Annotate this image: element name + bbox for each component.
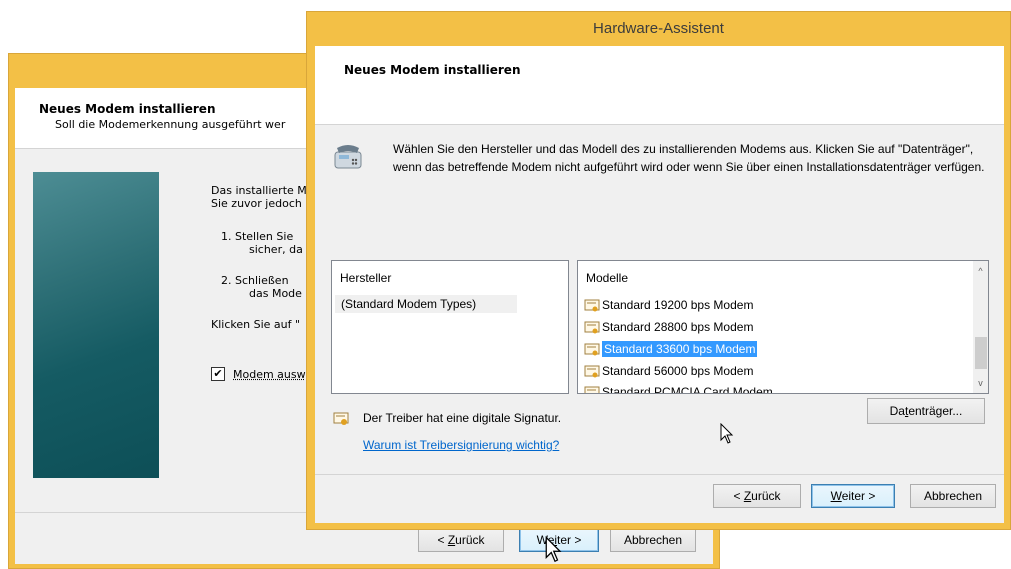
back-prefix: < bbox=[733, 489, 744, 503]
model-item[interactable]: Standard 28800 bps Modem bbox=[584, 317, 753, 337]
modem-phone-icon bbox=[334, 145, 362, 169]
back-step1-line1: 1. Stellen Sie bbox=[221, 230, 294, 243]
cancel-button[interactable]: Abbrechen bbox=[910, 484, 996, 508]
next-accesskey: W bbox=[830, 489, 842, 503]
model-item-label: Standard 19200 bps Modem bbox=[602, 298, 754, 312]
manufacturer-list-header: Hersteller bbox=[340, 271, 392, 285]
digital-signature-icon bbox=[333, 412, 349, 425]
modem-detect-checkbox-label[interactable]: Modem ausw bbox=[233, 368, 306, 381]
model-item[interactable]: Standard 56000 bps Modem bbox=[584, 361, 753, 381]
manufacturer-list[interactable]: Hersteller (Standard Modem Types) bbox=[331, 260, 569, 394]
next-rest: eiter > bbox=[841, 489, 876, 503]
manufacturer-item-standard[interactable]: (Standard Modem Types) bbox=[335, 295, 517, 313]
model-item-label: Standard 28800 bps Modem bbox=[602, 320, 754, 334]
modem-detect-checkbox[interactable]: ✔ bbox=[211, 367, 225, 381]
model-item-label: Standard 56000 bps Modem bbox=[602, 364, 754, 378]
driver-certificate-icon bbox=[584, 343, 600, 356]
model-item[interactable]: Standard PCMCIA Card Modem bbox=[584, 382, 773, 394]
model-item-selected[interactable]: Standard 33600 bps Modem bbox=[584, 339, 758, 359]
have-disk-pre: Da bbox=[889, 404, 905, 418]
driver-signing-link[interactable]: Warum ist Treibersignierung wichtig? bbox=[363, 438, 559, 452]
back-step2-line2: das Mode bbox=[249, 287, 302, 300]
page-heading: Neues Modem installieren bbox=[344, 63, 521, 77]
front-header: Neues Modem installieren bbox=[315, 46, 1004, 125]
models-list[interactable]: Modelle Standard 19200 bps Modem Standar… bbox=[577, 260, 989, 394]
signature-status-text: Der Treiber hat eine digitale Signatur. bbox=[363, 411, 562, 425]
instruction-text: Wählen Sie den Hersteller und das Modell… bbox=[393, 142, 985, 174]
mouse-cursor-icon bbox=[545, 535, 562, 563]
model-item-label: Standard PCMCIA Card Modem bbox=[602, 385, 773, 394]
wizard-side-image bbox=[33, 172, 159, 478]
next-button[interactable]: Weiter > bbox=[811, 484, 895, 508]
back-back-rest: urück bbox=[455, 533, 485, 547]
models-scrollbar[interactable]: ^ v bbox=[973, 261, 988, 393]
front-button-separator bbox=[315, 474, 1004, 475]
model-item[interactable]: Standard 19200 bps Modem bbox=[584, 295, 753, 315]
driver-certificate-icon bbox=[584, 299, 600, 312]
back-button[interactable]: < Zurück bbox=[713, 484, 801, 508]
have-disk-button[interactable]: Datenträger... bbox=[867, 398, 985, 424]
front-window-client: Neues Modem installieren Wählen Sie den … bbox=[315, 46, 1004, 523]
back-subheading: Soll die Modemerkennung ausgeführt wer bbox=[55, 118, 286, 131]
mouse-cursor-icon bbox=[720, 423, 734, 444]
back-body-line1: Das installierte M bbox=[211, 184, 307, 197]
back-step2-line1: 2. Schließen bbox=[221, 274, 289, 287]
driver-certificate-icon bbox=[584, 386, 600, 393]
driver-certificate-icon bbox=[584, 321, 600, 334]
back-cancel-button[interactable]: Abbrechen bbox=[610, 528, 696, 552]
scroll-up-icon[interactable]: ^ bbox=[973, 263, 988, 279]
back-click-line: Klicken Sie auf " bbox=[211, 318, 301, 331]
back-back-button[interactable]: < Zurück bbox=[418, 528, 504, 552]
have-disk-rest: enträger... bbox=[908, 404, 963, 418]
model-item-label: Standard 33600 bps Modem bbox=[602, 341, 758, 357]
models-list-header: Modelle bbox=[586, 271, 629, 285]
back-step1-line2: sicher, da bbox=[249, 243, 303, 256]
back-body-line2: Sie zuvor jedoch bbox=[211, 197, 302, 210]
driver-certificate-icon bbox=[584, 365, 600, 378]
back-back-prefix: < bbox=[437, 533, 448, 547]
scroll-down-icon[interactable]: v bbox=[973, 375, 988, 391]
back-heading: Neues Modem installieren bbox=[39, 102, 216, 116]
scroll-thumb[interactable] bbox=[975, 337, 987, 369]
hardware-wizard-window: Hardware-Assistent Neues Modem installie… bbox=[306, 11, 1011, 530]
window-title: Hardware-Assistent bbox=[593, 20, 724, 37]
back-rest: urück bbox=[751, 489, 781, 503]
